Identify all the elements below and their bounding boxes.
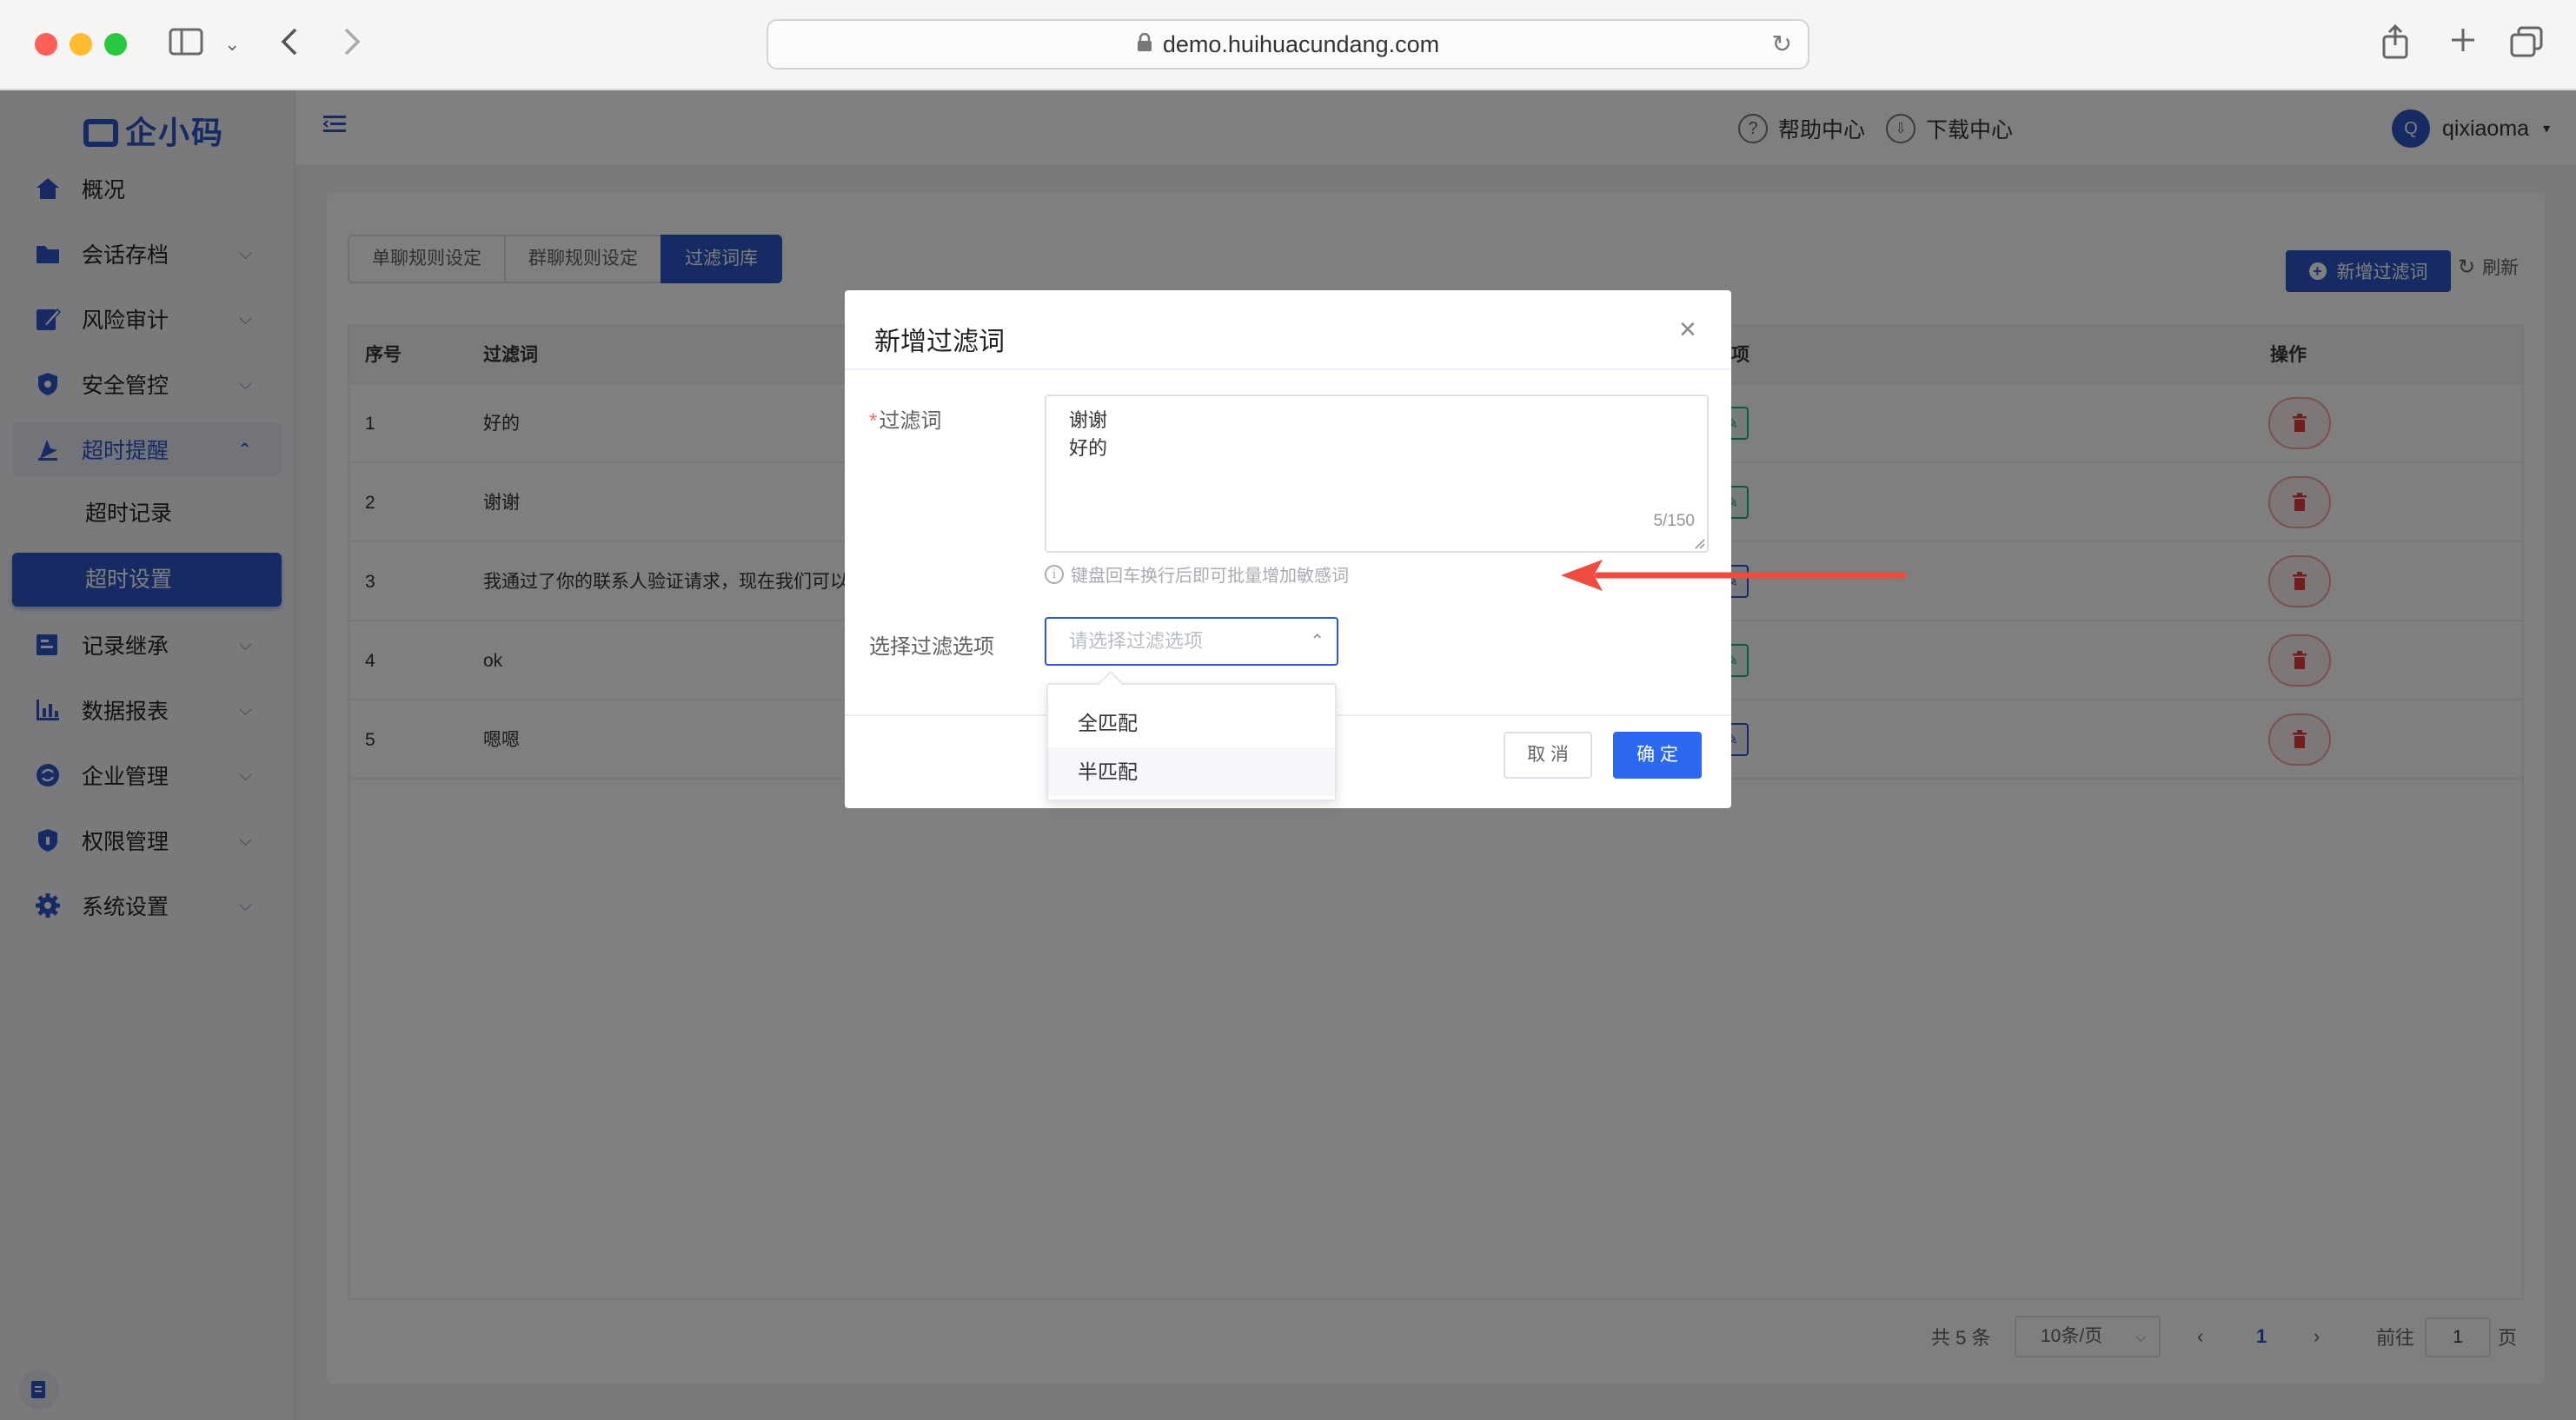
address-bar[interactable]: demo.huihuacundang.com ↻	[767, 19, 1809, 70]
minimize-window-button[interactable]	[70, 33, 92, 56]
close-window-button[interactable]	[35, 33, 57, 56]
dialog-header-divider	[845, 368, 1731, 370]
filter-option-select[interactable]: 请选择过滤选项 ⌃	[1045, 617, 1338, 666]
chevron-up-icon: ⌃	[1310, 632, 1325, 651]
option-partial-match[interactable]: 半匹配	[1048, 747, 1335, 796]
textarea-line: 谢谢	[1069, 409, 1108, 431]
required-mark: *	[869, 409, 878, 433]
filter-option-label: 选择过滤选项	[869, 635, 994, 659]
annotation-arrow-icon	[1561, 560, 1907, 591]
sidebar-toggle-icon[interactable]	[169, 28, 203, 61]
confirm-button[interactable]: 确 定	[1613, 732, 1702, 779]
close-icon[interactable]: ×	[1679, 315, 1696, 344]
filter-option-dropdown: 全匹配 半匹配	[1046, 683, 1337, 801]
textarea-line: 好的	[1069, 437, 1108, 459]
share-icon[interactable]	[2381, 23, 2409, 64]
new-tab-icon[interactable]	[2449, 26, 2477, 59]
filter-word-label: *过滤词	[869, 409, 942, 433]
back-icon[interactable]	[280, 26, 301, 63]
reload-icon[interactable]: ↻	[1772, 32, 1792, 56]
browser-toolbar: ⌄ demo.huihuacundang.com ↻	[0, 0, 2576, 90]
url-text: demo.huihuacundang.com	[1162, 31, 1440, 57]
resize-handle-icon	[1695, 539, 1705, 549]
forward-icon[interactable]	[341, 26, 362, 63]
lock-icon	[1137, 23, 1152, 70]
char-count: 5/150	[1653, 512, 1695, 530]
filter-word-hint: i 键盘回车换行后即可批量增加敏感词	[1045, 561, 1349, 587]
chevron-down-icon[interactable]: ⌄	[224, 30, 240, 59]
filter-word-textarea[interactable]: 谢谢 好的 5/150	[1045, 395, 1709, 553]
cancel-button[interactable]: 取 消	[1504, 732, 1592, 779]
tab-overview-icon[interactable]	[2510, 26, 2543, 63]
info-icon: i	[1045, 564, 1064, 584]
option-full-match[interactable]: 全匹配	[1048, 699, 1335, 747]
dialog-title: 新增过滤词	[874, 328, 1005, 356]
zoom-window-button[interactable]	[104, 33, 127, 56]
